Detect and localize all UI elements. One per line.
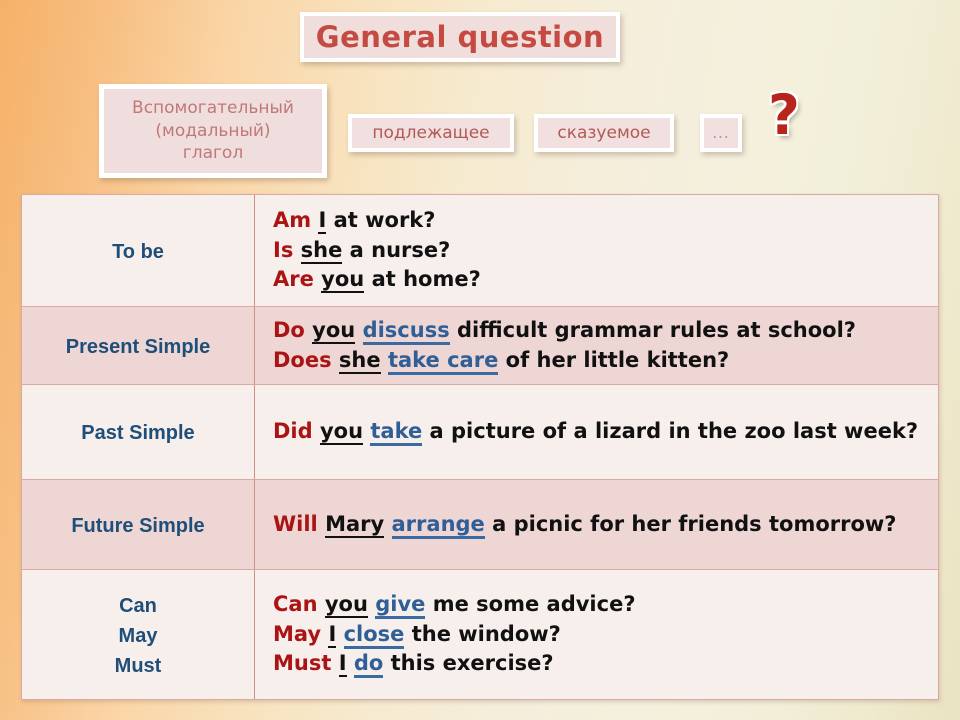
row-label: May: [118, 624, 158, 647]
legend-aux-line-3: глагол: [182, 143, 244, 164]
example-sentence: May I close the window?: [273, 620, 928, 650]
sentence-rest: a picture of a lizard in the zoo last we…: [429, 419, 919, 444]
auxiliary-verb: Am: [273, 207, 312, 232]
predicate-verb: take: [370, 419, 423, 447]
predicate-verb: arrange: [391, 511, 485, 539]
predicate-verb: give: [375, 591, 426, 619]
table-row: Past Simple Did you take a picture of a …: [22, 385, 938, 480]
page-title: General question: [315, 20, 605, 54]
legend-predicate-box: сказуемое: [534, 114, 674, 152]
sentence-rest: a nurse?: [349, 237, 451, 262]
row-examples-cell: Can you give me some advice? May I close…: [255, 570, 938, 699]
example-sentence: Does she take care of her little kitten?: [273, 346, 928, 376]
row-label-cell: Present Simple: [22, 307, 255, 384]
row-label-cell: Can May Must: [22, 570, 255, 699]
example-sentence: Are you at home?: [273, 265, 928, 295]
auxiliary-verb: Can: [273, 591, 318, 616]
row-label: Past Simple: [81, 422, 195, 444]
legend-subject-label: подлежащее: [372, 123, 490, 143]
subject: I: [318, 207, 327, 234]
tenses-table: To be Am I at work? Is she a nurse? Are …: [21, 194, 939, 700]
auxiliary-verb: Will: [273, 511, 318, 536]
table-row: Can May Must Can you give me some advice…: [22, 570, 938, 699]
legend-subject-box: подлежащее: [348, 114, 514, 152]
auxiliary-verb: Does: [273, 347, 332, 372]
row-label: Can: [119, 594, 157, 617]
row-label-cell: Past Simple: [22, 385, 255, 479]
subject: you: [312, 317, 356, 344]
auxiliary-verb: Are: [273, 267, 314, 292]
row-label: To be: [112, 240, 164, 263]
predicate-verb: discuss: [362, 317, 450, 345]
slide-title-box: General question: [300, 12, 620, 62]
auxiliary-verb: May: [273, 621, 322, 646]
example-sentence: Can you give me some advice?: [273, 590, 928, 620]
row-label: Future Simple: [71, 514, 205, 537]
predicate-verb: close: [343, 621, 405, 649]
row-examples-cell: Do you discuss difficult grammar rules a…: [255, 307, 938, 384]
legend-aux-line-2: (модальный): [155, 120, 271, 141]
sentence-rest: at home?: [371, 267, 481, 292]
row-label: Present Simple: [65, 335, 211, 358]
sentence-rest: this exercise?: [390, 651, 554, 676]
row-examples-cell: Am I at work? Is she a nurse? Are you at…: [255, 195, 938, 306]
sentence-rest: difficult grammar rules at school?: [457, 317, 856, 342]
auxiliary-verb: Did: [273, 419, 313, 444]
subject: you: [324, 591, 368, 618]
subject: you: [321, 267, 365, 294]
subject: she: [338, 347, 381, 374]
example-sentence: Is she a nurse?: [273, 236, 928, 266]
row-examples-cell: Will Mary arrange a picnic for her frien…: [255, 480, 938, 569]
row-label-cell: Future Simple: [22, 480, 255, 569]
sentence-rest: me some advice?: [432, 591, 636, 616]
subject: I: [338, 651, 347, 678]
example-sentence: Will Mary arrange a picnic for her frien…: [273, 510, 928, 540]
legend-auxiliary-verb-box: Вспомогательный (модальный) глагол: [99, 84, 327, 178]
example-sentence: Did you take a picture of a lizard in th…: [273, 417, 928, 447]
predicate-verb: take care: [387, 347, 499, 375]
question-mark-icon: ?: [768, 83, 800, 147]
predicate-verb: do: [353, 651, 384, 679]
legend-aux-line-1: Вспомогательный: [132, 98, 294, 119]
legend-predicate-label: сказуемое: [557, 123, 651, 143]
sentence-rest: the window?: [411, 621, 561, 646]
subject: she: [300, 237, 343, 264]
table-row: Present Simple Do you discuss difficult …: [22, 307, 938, 385]
auxiliary-verb: Must: [273, 651, 332, 676]
subject: I: [328, 621, 337, 648]
example-sentence: Do you discuss difficult grammar rules a…: [273, 316, 928, 346]
subject: you: [319, 419, 364, 446]
table-row: Future Simple Will Mary arrange a picnic…: [22, 480, 938, 570]
table-row: To be Am I at work? Is she a nurse? Are …: [22, 195, 938, 307]
auxiliary-verb: Do: [273, 317, 305, 342]
auxiliary-verb: Is: [273, 237, 294, 262]
row-label: Must: [114, 654, 162, 677]
sentence-rest: of her little kitten?: [505, 347, 730, 372]
legend-ellipsis-box: ...: [700, 114, 742, 152]
row-label-cell: To be: [22, 195, 255, 306]
example-sentence: Must I do this exercise?: [273, 649, 928, 679]
subject: Mary: [325, 511, 385, 538]
example-sentence: Am I at work?: [273, 206, 928, 236]
legend-ellipsis-label: ...: [712, 124, 730, 142]
sentence-rest: at work?: [333, 207, 436, 232]
sentence-rest: a picnic for her friends tomorrow?: [492, 511, 897, 536]
row-examples-cell: Did you take a picture of a lizard in th…: [255, 385, 938, 479]
